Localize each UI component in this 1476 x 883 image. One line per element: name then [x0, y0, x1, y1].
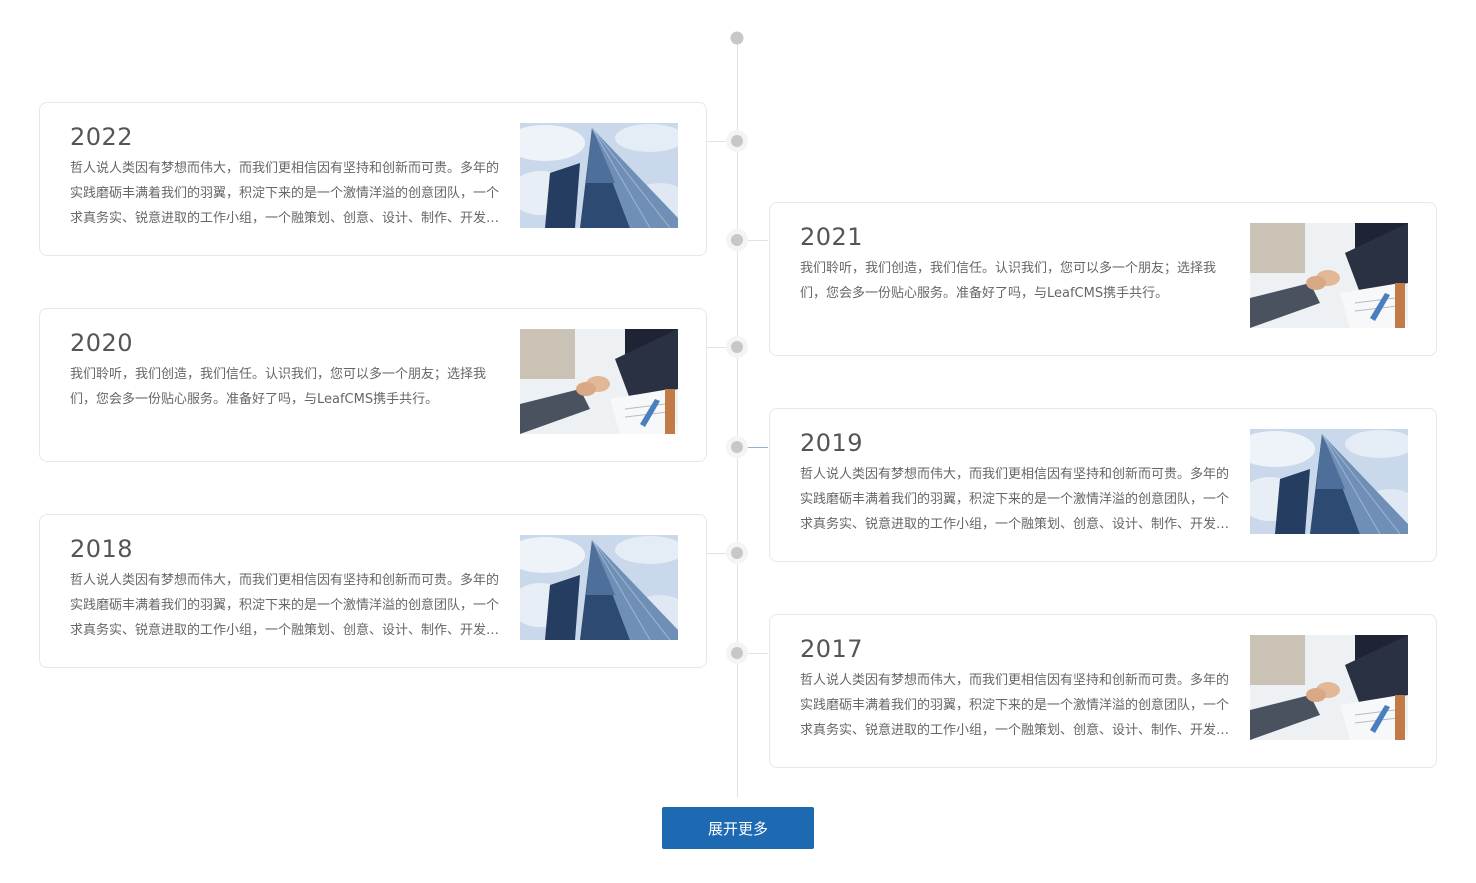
timeline-card[interactable]: 2022 哲人说人类因有梦想而伟大，而我们更相信因有坚持和创新而可贵。多年的实践…: [39, 102, 707, 256]
card-year: 2022: [70, 123, 134, 151]
timeline-node: [726, 542, 748, 564]
timeline-card[interactable]: 2019 哲人说人类因有梦想而伟大，而我们更相信因有坚持和创新而可贵。多年的实践…: [769, 408, 1437, 562]
card-image[interactable]: [520, 535, 678, 640]
card-image[interactable]: [1250, 429, 1408, 534]
card-year: 2018: [70, 535, 134, 563]
card-description: 哲人说人类因有梦想而伟大，而我们更相信因有坚持和创新而可贵。多年的实践磨砺丰满着…: [800, 467, 1230, 532]
timeline-card[interactable]: 2017 哲人说人类因有梦想而伟大，而我们更相信因有坚持和创新而可贵。多年的实践…: [769, 614, 1437, 768]
card-year: 2019: [800, 429, 864, 457]
card-year: 2020: [70, 329, 134, 357]
timeline-card[interactable]: 2018 哲人说人类因有梦想而伟大，而我们更相信因有坚持和创新而可贵。多年的实践…: [39, 514, 707, 668]
timeline-node: [726, 642, 748, 664]
card-description: 哲人说人类因有梦想而伟大，而我们更相信因有坚持和创新而可贵。多年的实践磨砺丰满着…: [800, 673, 1230, 738]
timeline-line: [737, 38, 738, 798]
load-more-button[interactable]: 展开更多: [662, 807, 814, 849]
timeline-node: [726, 229, 748, 251]
timeline-node: [726, 336, 748, 358]
card-year: 2021: [800, 223, 864, 251]
timeline-node: [726, 436, 748, 458]
card-image[interactable]: [520, 329, 678, 434]
timeline-card[interactable]: 2020 我们聆听，我们创造，我们信任。认识我们，您可以多一个朋友；选择我们，您…: [39, 308, 707, 462]
card-description: 我们聆听，我们创造，我们信任。认识我们，您可以多一个朋友；选择我们，您会多一份贴…: [800, 261, 1217, 301]
card-description: 哲人说人类因有梦想而伟大，而我们更相信因有坚持和创新而可贵。多年的实践磨砺丰满着…: [70, 573, 500, 638]
card-year: 2017: [800, 635, 864, 663]
timeline-node: [726, 130, 748, 152]
card-description: 哲人说人类因有梦想而伟大，而我们更相信因有坚持和创新而可贵。多年的实践磨砺丰满着…: [70, 161, 500, 226]
card-description: 我们聆听，我们创造，我们信任。认识我们，您可以多一个朋友；选择我们，您会多一份贴…: [70, 367, 487, 407]
timeline-card[interactable]: 2021 我们聆听，我们创造，我们信任。认识我们，您可以多一个朋友；选择我们，您…: [769, 202, 1437, 356]
card-image[interactable]: [520, 123, 678, 228]
card-image[interactable]: [1250, 223, 1408, 328]
card-image[interactable]: [1250, 635, 1408, 740]
timeline-start-dot: [730, 31, 744, 45]
